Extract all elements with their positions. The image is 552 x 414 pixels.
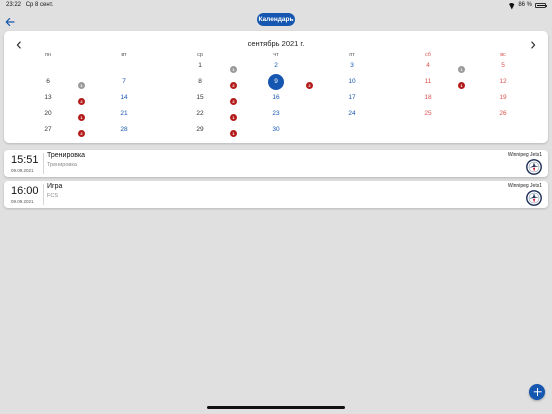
chevron-right-icon [531, 41, 536, 49]
month-title: сентябрь 2021 г. [247, 39, 305, 48]
weekday-label: пн [44, 52, 51, 58]
calendar-day[interactable]: 7 [114, 77, 134, 87]
event-date: 09.09.2021 [11, 199, 34, 204]
calendar-day[interactable]: 4 [418, 61, 438, 71]
calendar-day[interactable]: 17 [342, 93, 362, 103]
event-time: 15:51 [11, 154, 39, 166]
calendar-day[interactable]: 25 [418, 109, 438, 119]
calendar-day[interactable]: 12 [493, 77, 513, 87]
calendar-day[interactable]: 16 [266, 93, 286, 103]
calendar-day-today[interactable]: 9 [266, 77, 286, 87]
event-count-badge: 1 [458, 82, 465, 89]
event-count-badge: 2 [230, 98, 237, 105]
calendar-day[interactable]: 23 [266, 109, 286, 119]
weekday-label: сб [425, 52, 431, 58]
weekday-label: пт [349, 52, 355, 58]
event-count-badge: 1 [78, 114, 85, 121]
event-count-badge: 1 [230, 130, 237, 137]
calendar-day[interactable]: 26 [493, 109, 513, 119]
calendar-header: сентябрь 2021 г. [4, 31, 548, 53]
battery-icon [535, 2, 547, 8]
calendar-day[interactable]: 22 [190, 109, 210, 119]
event-team: Winnipeg Jets1 [507, 152, 542, 158]
event-count-badge: 2 [78, 98, 85, 105]
calendar-day[interactable]: 29 [190, 125, 210, 135]
event-count-badge: 2 [230, 82, 237, 89]
jets-logo-icon [526, 159, 542, 175]
event-title: Тренировка [47, 152, 86, 159]
event-subtitle: Тренировка [47, 162, 77, 168]
calendar-card: сентябрь 2021 г. пн вт ср чт пт сб вс 1 2 3 4 5 6 7 8 9… [4, 31, 548, 143]
next-month-button[interactable] [528, 37, 538, 49]
event-team: Winnipeg Jets1 [507, 183, 542, 189]
event-time: 16:00 [11, 185, 39, 197]
calendar-day[interactable]: 3 [342, 61, 362, 71]
weekday-label: ср [197, 52, 203, 58]
calendar-day[interactable]: 14 [114, 93, 134, 103]
event-subtitle: FCS [47, 193, 58, 199]
calendar-day[interactable]: 20 [38, 109, 58, 119]
calendar-day[interactable]: 18 [418, 93, 438, 103]
event-divider [43, 153, 44, 174]
event-count-badge: 2 [78, 130, 85, 137]
status-date: Ср 8 сент. [25, 2, 54, 8]
back-button[interactable] [5, 14, 15, 26]
status-bar: 23:22 Ср 8 сент. 86 % [0, 0, 552, 10]
calendar-day[interactable]: 11 [418, 77, 438, 87]
calendar-day[interactable]: 21 [114, 109, 134, 119]
calendar-day[interactable]: 30 [266, 125, 286, 135]
event-title: Игра [47, 183, 63, 190]
home-indicator [207, 406, 345, 409]
event-count-badge: 1 [458, 66, 465, 73]
weekday-label: вт [121, 52, 127, 58]
nav-bar: Календарь [0, 10, 552, 29]
weekday-label: вс [500, 52, 506, 58]
weekday-label: чт [273, 52, 279, 58]
calendar-day[interactable]: 15 [190, 93, 210, 103]
calendar-day[interactable]: 10 [342, 77, 362, 87]
event-divider [43, 184, 44, 205]
calendar-day[interactable]: 6 [38, 77, 58, 87]
event-card[interactable]: 16:00 09.09.2021 Игра FCS Winnipeg Jets1 [4, 181, 548, 208]
calendar-day[interactable]: 5 [493, 61, 513, 71]
calendar-day[interactable]: 13 [38, 93, 58, 103]
event-count-badge: 2 [306, 82, 313, 89]
calendar-day[interactable]: 19 [493, 93, 513, 103]
page-title: Календарь [257, 13, 295, 26]
calendar-day[interactable]: 28 [114, 125, 134, 135]
calendar-day[interactable]: 1 [190, 61, 210, 71]
calendar-day[interactable]: 8 [190, 77, 210, 87]
event-card[interactable]: 15:51 09.09.2021 Тренировка Тренировка Winni… [4, 150, 548, 177]
wifi-icon [508, 3, 515, 8]
jets-logo-icon [526, 190, 542, 206]
calendar-day[interactable]: 27 [38, 125, 58, 135]
event-count-badge: 1 [230, 66, 237, 73]
battery-percent: 86 % [518, 2, 532, 8]
event-date: 09.09.2021 [11, 168, 34, 173]
event-count-badge: 1 [78, 82, 85, 89]
add-event-button[interactable] [529, 384, 545, 400]
event-count-badge: 1 [230, 114, 237, 121]
arrow-left-icon [5, 18, 15, 26]
calendar-day[interactable]: 2 [266, 61, 286, 71]
calendar-day[interactable]: 24 [342, 109, 362, 119]
status-time: 23:22 [6, 2, 22, 8]
